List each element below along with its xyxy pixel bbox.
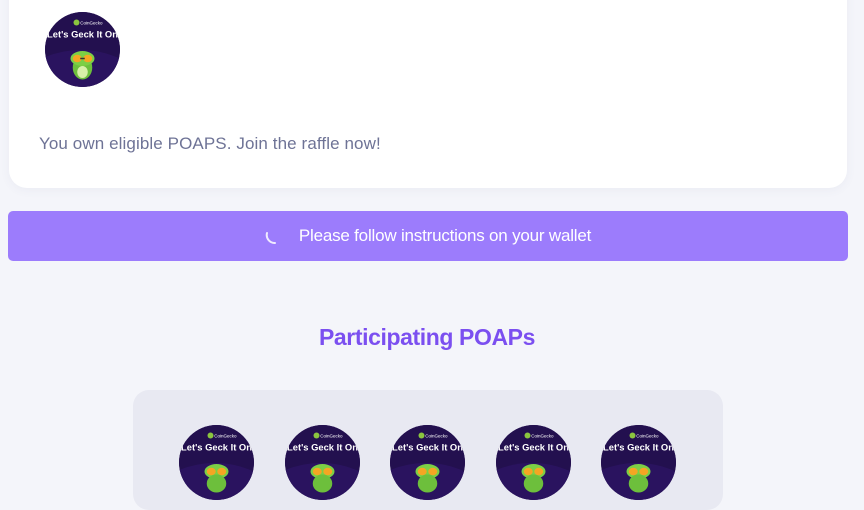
poap-badge-icon: CoinGecko Let's Geck It On [45,12,120,87]
participating-poaps-panel: CoinGecko Let's Geck It On CoinGecko Let… [133,390,723,510]
svg-text:CoinGecko: CoinGecko [425,433,448,438]
svg-text:CoinGecko: CoinGecko [320,433,343,438]
poap-badge-icon[interactable]: CoinGecko Let's Geck It On [285,425,360,500]
gecko-badge-art: CoinGecko Let's Geck It On [45,12,120,87]
eligible-message: You own eligible POAPS. Join the raffle … [39,134,381,153]
poap-badge-icon[interactable]: CoinGecko Let's Geck It On [601,425,676,500]
svg-text:Let's Geck It On: Let's Geck It On [47,30,118,40]
svg-text:Let's Geck It On: Let's Geck It On [181,443,252,453]
svg-text:CoinGecko: CoinGecko [80,20,103,25]
svg-text:Let's Geck It On: Let's Geck It On [498,443,569,453]
svg-text:CoinGecko: CoinGecko [636,433,659,438]
loading-spinner-icon [265,232,276,244]
wallet-instructions-button[interactable]: Please follow instructions on your walle… [8,211,848,261]
poap-badge-icon[interactable]: CoinGecko Let's Geck It On [179,425,254,500]
svg-text:Let's Geck It On: Let's Geck It On [392,443,463,453]
section-title: Participating POAPs [318,324,536,350]
svg-text:Let's Geck It On: Let's Geck It On [603,443,674,453]
svg-text:CoinGecko: CoinGecko [531,433,554,438]
svg-text:CoinGecko: CoinGecko [214,433,237,438]
raffle-card [9,0,847,188]
wallet-button-label: Please follow instructions on your walle… [298,226,592,245]
poap-badge-icon[interactable]: CoinGecko Let's Geck It On [390,425,465,500]
poap-badge-icon[interactable]: CoinGecko Let's Geck It On [496,425,571,500]
svg-text:Let's Geck It On: Let's Geck It On [287,443,358,453]
